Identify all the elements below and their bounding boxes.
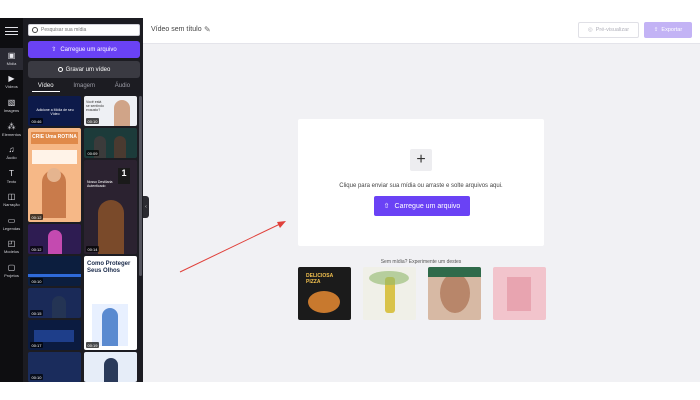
annotation-arrow [179, 221, 286, 273]
